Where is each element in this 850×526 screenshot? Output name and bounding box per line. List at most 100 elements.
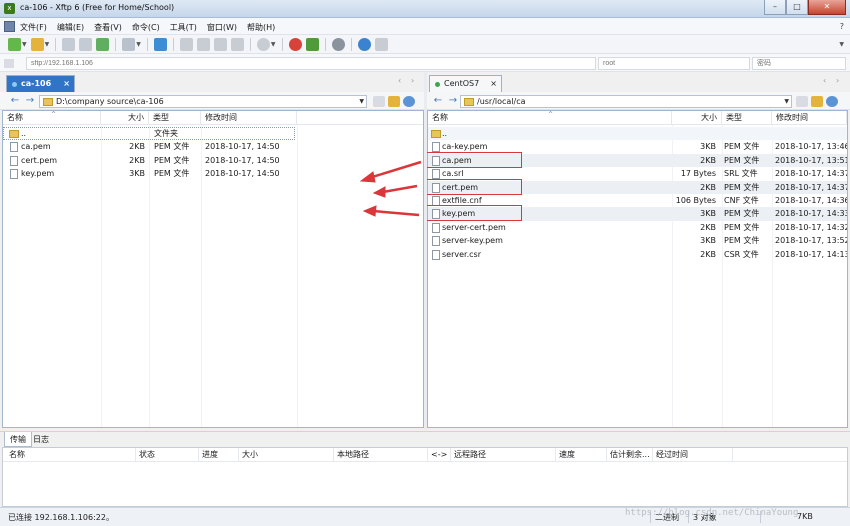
file-modified: 2018-10-17, 13:52 [775, 236, 847, 246]
filter-icon[interactable] [373, 96, 385, 107]
host-input[interactable] [26, 57, 596, 70]
highlight-box [424, 205, 522, 222]
tab-centos7[interactable]: CentOS7 × [429, 75, 502, 92]
table-row[interactable]: cert.pem 2KB PEM 文件 2018-10-17, 14:37 [424, 178, 847, 195]
new-session-icon[interactable] [8, 37, 21, 51]
right-path-input[interactable]: /usr/local/ca ▼ [460, 95, 792, 108]
column-progress[interactable]: 进度 [199, 448, 239, 462]
menu-items: 文件(F) 编辑(E) 查看(V) 命令(C) 工具(T) 窗口(W) 帮助(H) [20, 22, 275, 33]
filter-icon[interactable] [796, 96, 808, 107]
tab-next-icon[interactable]: › [411, 76, 414, 85]
refresh-icon[interactable] [403, 96, 415, 107]
close-button[interactable]: ✕ [808, 0, 846, 15]
folder-icon [43, 98, 53, 106]
column-modified[interactable]: 修改时间 [772, 111, 847, 125]
panel-splitter[interactable] [424, 72, 427, 430]
chevron-down-icon[interactable]: ▼ [136, 41, 141, 48]
column-type[interactable]: 类型 [722, 111, 772, 125]
copy-icon[interactable] [179, 37, 193, 51]
column-size[interactable]: 大小 [101, 111, 149, 125]
table-row[interactable]: key.pem 3KB PEM 文件 2018-10-17, 14:33 [424, 205, 847, 222]
tab-prev-icon[interactable]: ‹ [398, 76, 401, 85]
table-row[interactable]: server.csr 2KB CSR 文件 2018-10-17, 14:13 [428, 248, 847, 261]
path-text: D:\company source\ca-106 [56, 97, 164, 106]
left-path-bar: ← → D:\company source\ca-106 ▼ [0, 92, 424, 110]
toolbar-divider [172, 37, 174, 51]
new-folder-icon[interactable] [811, 96, 823, 107]
maximize-button[interactable]: □ [786, 0, 808, 15]
column-name[interactable]: 名称 [6, 448, 136, 462]
chevron-down-icon[interactable]: ▼ [271, 41, 276, 48]
properties-icon[interactable] [230, 37, 244, 51]
remote-file-list[interactable]: 名称 ^ 大小 类型 修改时间 .. ca-key.pem 3KB PEM 文件 201… [424, 110, 848, 428]
globe-icon[interactable] [256, 37, 270, 51]
column-speed[interactable]: 速度 [556, 448, 607, 462]
menu-item[interactable]: 文件(F) [20, 22, 47, 33]
xftp-app-icon[interactable]: x [4, 3, 15, 14]
column-status[interactable]: 状态 [136, 448, 199, 462]
connect-icon[interactable] [62, 37, 76, 51]
address-bar [0, 54, 850, 72]
file-size: 2KB [129, 142, 145, 152]
column-remote-path[interactable]: 远程路径 [451, 448, 556, 462]
column-local-path[interactable]: 本地路径 [334, 448, 428, 462]
column-eta[interactable]: 估计剩余... [607, 448, 653, 462]
menu-item[interactable]: 工具(T) [170, 22, 197, 33]
menu-item[interactable]: 编辑(E) [57, 22, 84, 33]
minimize-button[interactable]: – [764, 0, 786, 15]
menu-toggle-icon[interactable] [4, 21, 15, 32]
tab-ca-106[interactable]: ca-106 × [6, 75, 75, 92]
table-row[interactable]: .. [428, 127, 847, 141]
gear-icon[interactable] [331, 37, 345, 51]
column-type[interactable]: 类型 [149, 111, 201, 125]
xshell-icon[interactable] [288, 37, 302, 51]
title-bar: x ca-106 - Xftp 6 (Free for Home/School)… [0, 0, 850, 18]
toolbar-overflow-icon[interactable]: ▼ [839, 41, 844, 48]
close-tab-icon[interactable]: × [63, 76, 70, 92]
open-folder-icon[interactable] [30, 37, 44, 51]
refresh-icon[interactable] [826, 96, 838, 107]
table-row[interactable]: server-key.pem 3KB PEM 文件 2018-10-17, 13:52 [428, 234, 847, 247]
chevron-down-icon[interactable]: ▼ [22, 41, 27, 48]
tab-prev-icon[interactable]: ‹ [823, 76, 826, 85]
column-modified[interactable]: 修改时间 [201, 111, 297, 125]
chevron-down-icon[interactable]: ▼ [359, 96, 364, 107]
menu-item[interactable]: 查看(V) [94, 22, 122, 33]
table-row[interactable]: ca.pem 2KB PEM 文件 2018-10-17, 13:51 [424, 151, 847, 168]
transfer-list[interactable]: 名称 状态 进度 大小 本地路径 <-> 远程路径 速度 估计剩余... 经过时… [2, 447, 848, 507]
forward-arrow-icon[interactable]: → [24, 95, 36, 107]
column-direction[interactable]: <-> [428, 448, 451, 462]
reconnect-icon[interactable] [96, 37, 110, 51]
feedback-icon[interactable] [374, 37, 388, 51]
paste-icon[interactable] [196, 37, 210, 51]
username-input[interactable] [598, 57, 750, 70]
disconnect-icon[interactable] [79, 37, 93, 51]
file-type: PEM 文件 [724, 142, 760, 152]
column-size[interactable]: 大小 [239, 448, 334, 462]
column-elapsed[interactable]: 经过时间 [653, 448, 733, 462]
xftp-icon[interactable] [305, 37, 319, 51]
password-input[interactable] [752, 57, 846, 70]
tab-log[interactable]: 日志 [28, 432, 54, 447]
table-row[interactable]: .. 文件夹 [3, 127, 423, 140]
transfer-icon[interactable] [153, 37, 167, 51]
table-row[interactable]: server-cert.pem 2KB PEM 文件 2018-10-17, 14:3… [428, 221, 847, 234]
help-icon[interactable]: ? [840, 22, 844, 31]
menu-item[interactable]: 窗口(W) [207, 22, 237, 33]
menu-item[interactable]: 命令(C) [132, 22, 160, 33]
address-bookmark-icon[interactable] [4, 59, 14, 68]
forward-arrow-icon[interactable]: → [447, 95, 459, 107]
chevron-down-icon[interactable]: ▼ [45, 41, 50, 48]
sync-icon[interactable] [122, 37, 136, 51]
back-arrow-icon[interactable]: ← [432, 95, 444, 107]
column-size[interactable]: 大小 [672, 111, 722, 125]
close-tab-icon[interactable]: × [490, 76, 497, 92]
new-folder-icon[interactable] [388, 96, 400, 107]
chevron-down-icon[interactable]: ▼ [784, 96, 789, 107]
tab-next-icon[interactable]: › [836, 76, 839, 85]
left-path-input[interactable]: D:\company source\ca-106 ▼ [39, 95, 367, 108]
help-circle-icon[interactable] [357, 37, 371, 51]
delete-icon[interactable] [213, 37, 227, 51]
menu-item[interactable]: 帮助(H) [247, 22, 275, 33]
back-arrow-icon[interactable]: ← [9, 95, 21, 107]
